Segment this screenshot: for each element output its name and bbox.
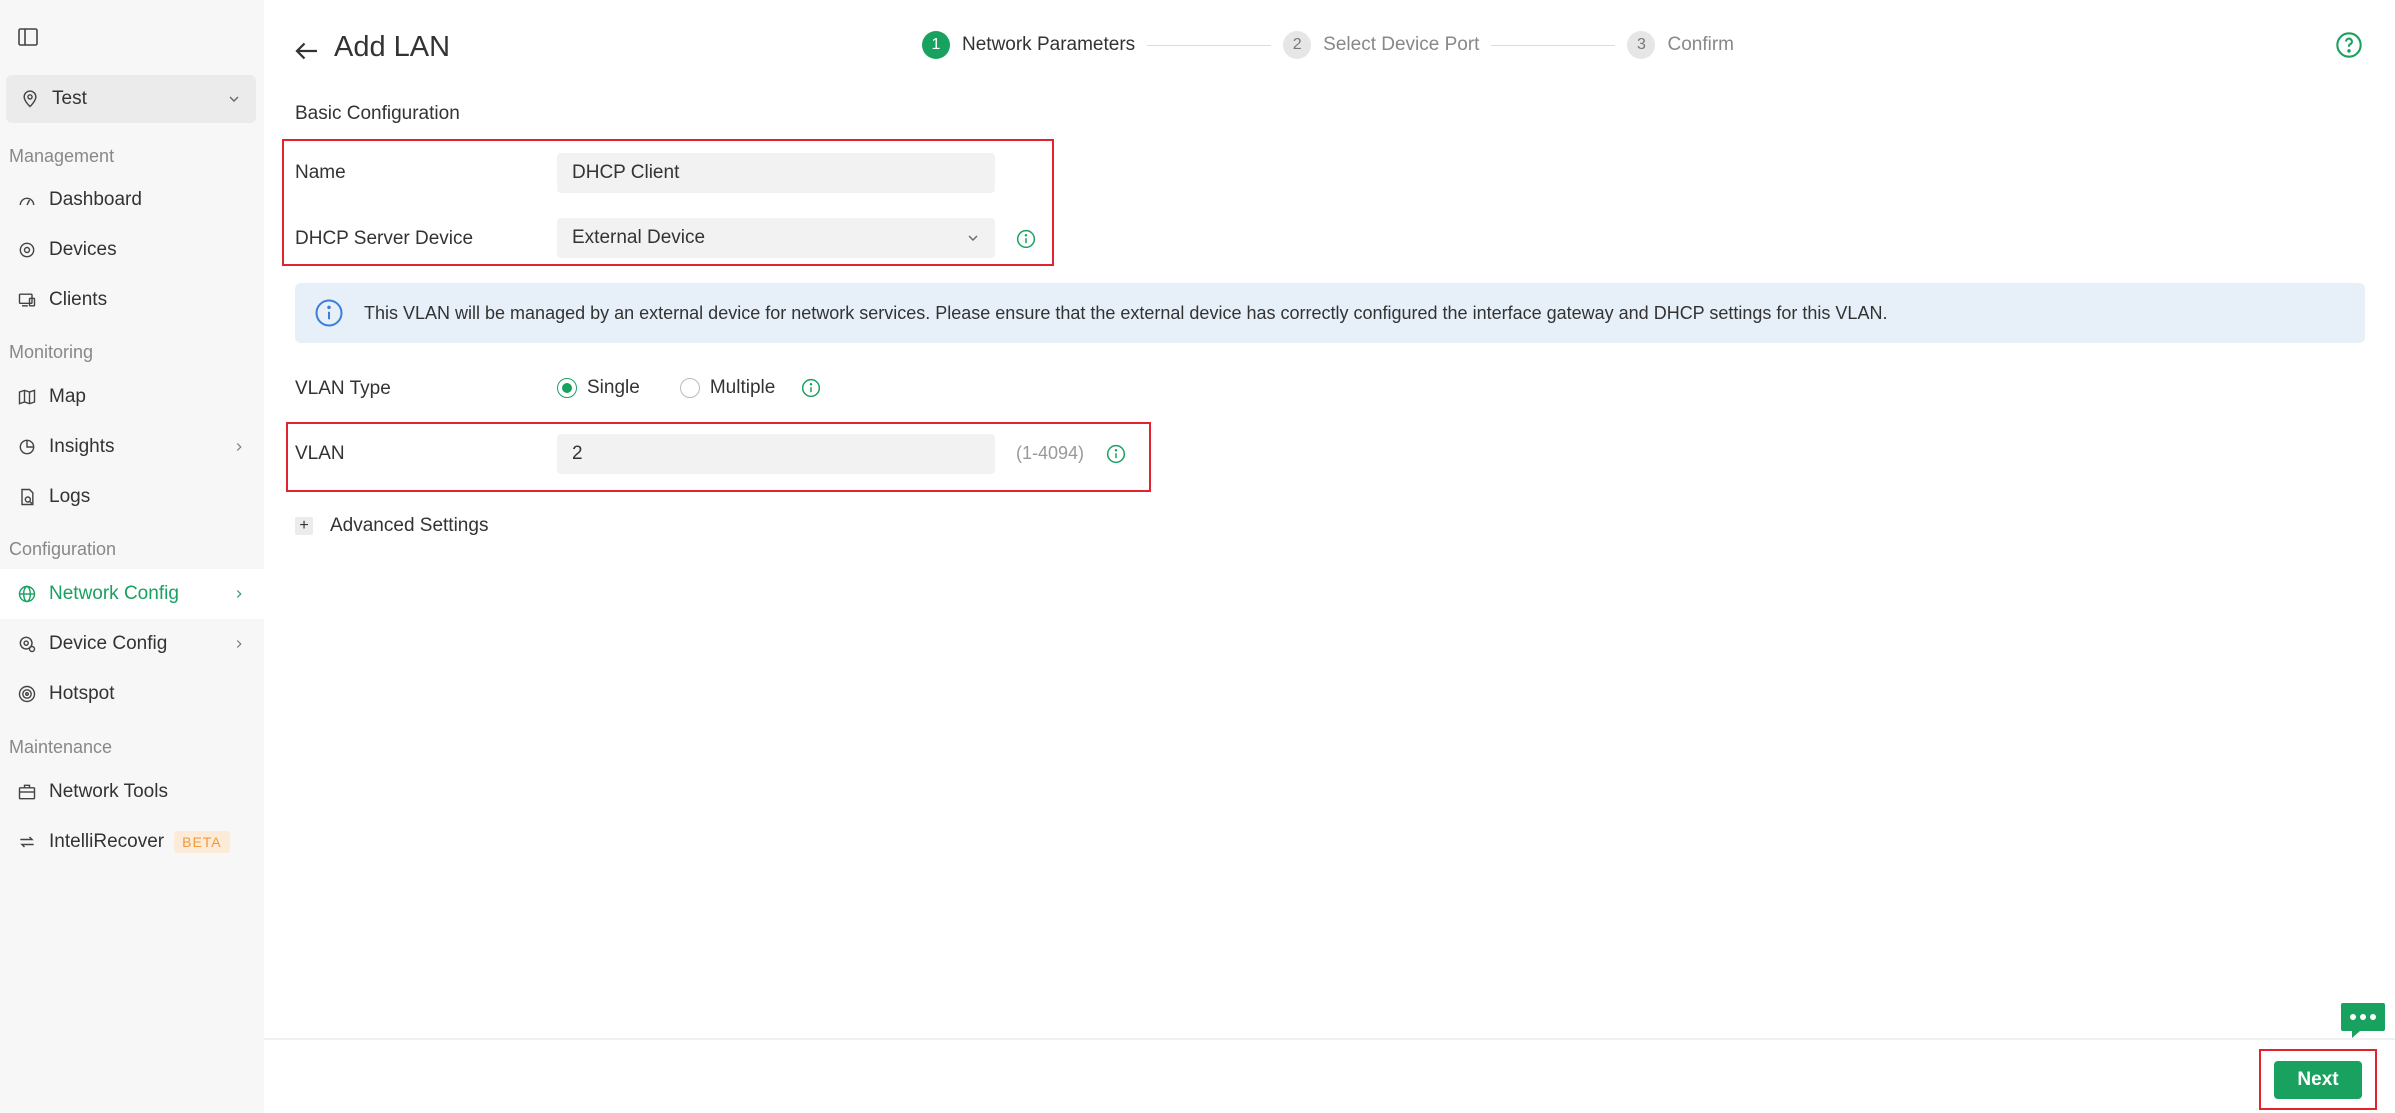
name-label: Name [295,162,346,183]
location-pin-icon [23,90,37,108]
sidebar-item-label: Network Tools [49,781,168,802]
sidebar-item-label: Devices [49,239,117,260]
radio-multiple-label[interactable]: Multiple [710,377,775,399]
section-configuration: Configuration [9,539,117,559]
sidebar-toggle-icon[interactable] [16,25,40,49]
section-monitoring: Monitoring [9,342,94,362]
chat-icon[interactable] [2340,1001,2386,1039]
info-icon[interactable] [1106,444,1126,464]
footer-divider [264,1038,2395,1040]
advanced-settings-label: Advanced Settings [330,515,489,536]
sidebar-item-label: Insights [49,436,115,457]
toolbox-icon [16,781,38,803]
device-config-icon [16,633,38,655]
insights-icon [16,436,38,458]
sidebar-item-label: Network Config [49,583,179,604]
sidebar-item-devices[interactable]: Devices [0,225,264,275]
step-label: Select Device Port [1323,34,1480,55]
sidebar-item-network-config[interactable]: Network Config [0,569,264,619]
advanced-settings-toggle[interactable]: + Advanced Settings [295,515,488,537]
vlan-range-hint: (1-4094) [1016,443,1085,463]
chevron-right-icon [236,443,242,451]
refresh-arrows-icon [16,831,38,853]
info-icon [315,299,343,327]
vlan-label: VLAN [295,443,345,464]
info-icon[interactable] [1016,229,1036,249]
sidebar-item-clients[interactable]: Clients [0,275,264,325]
logs-icon [16,486,38,508]
info-icon[interactable] [801,378,821,398]
sidebar: Test Management Dashboard Devices Client… [0,0,264,1113]
sidebar-item-label: Clients [49,289,108,310]
step-connector [1147,44,1272,46]
sidebar-item-label: Logs [49,486,91,507]
sidebar-item-label: Dashboard [49,189,142,210]
chevron-right-icon [236,590,242,598]
vlan-type-label: VLAN Type [295,378,391,399]
step-number: 1 [922,31,950,59]
sidebar-item-network-tools[interactable]: Network Tools [0,767,264,817]
step-select-device-port: 2 Select Device Port [1283,31,1479,59]
sidebar-item-device-config[interactable]: Device Config [0,619,264,669]
step-label: Network Parameters [962,34,1136,55]
step-label: Confirm [1667,34,1734,55]
sidebar-item-label: Hotspot [49,683,115,704]
name-input[interactable]: DHCP Client [557,153,995,193]
dhcp-server-device-label: DHCP Server Device [295,228,474,249]
radio-single-label[interactable]: Single [587,377,640,399]
beta-badge: BETA [174,831,230,853]
info-banner: This VLAN will be managed by an external… [295,283,2365,343]
info-banner-text: This VLAN will be managed by an external… [364,302,1888,323]
vlan-input[interactable]: 2 [557,434,995,474]
step-number: 2 [1283,31,1312,59]
site-selector[interactable]: Test [6,75,256,123]
sidebar-item-label: IntelliRecover [49,831,165,852]
clients-icon [16,289,38,311]
step-confirm: 3 Confirm [1627,31,1734,59]
sidebar-item-intellirecover[interactable]: IntelliRecover BETA [0,817,264,867]
sidebar-item-hotspot[interactable]: Hotspot [0,669,264,719]
sidebar-item-insights[interactable]: Insights [0,422,264,472]
help-icon[interactable] [2335,31,2363,59]
section-maintenance: Maintenance [9,737,113,757]
vlan-input-value: 2 [572,443,583,464]
sidebar-item-label: Map [49,386,86,407]
devices-icon [16,239,38,261]
sidebar-item-dashboard[interactable]: Dashboard [0,175,264,225]
map-icon [16,386,38,408]
step-connector [1491,44,1616,46]
step-network-parameters: 1 Network Parameters [922,31,1135,59]
chevron-down-icon [968,235,978,241]
chevron-right-icon [236,640,242,648]
dhcp-server-device-select[interactable]: External Device [557,218,995,258]
step-number: 3 [1627,31,1656,59]
vlan-type-radio-group: Single Multiple [557,377,821,399]
section-title-basic-configuration: Basic Configuration [295,103,460,124]
dhcp-server-device-value: External Device [572,227,706,248]
stepper: 1 Network Parameters 2 Select Device Por… [922,30,1734,60]
plus-icon: + [295,517,313,535]
section-management: Management [9,146,115,166]
page-title: Add LAN [334,31,451,63]
sidebar-item-label: Device Config [49,633,168,654]
hotspot-icon [16,683,38,705]
dashboard-icon [16,189,38,211]
back-arrow-icon[interactable] [292,36,322,66]
sidebar-item-map[interactable]: Map [0,372,264,422]
name-input-value: DHCP Client [572,162,680,183]
next-button[interactable]: Next [2274,1061,2362,1099]
chevron-down-icon [229,96,239,102]
radio-multiple[interactable] [679,378,700,398]
globe-icon [16,583,38,605]
site-name: Test [52,88,87,109]
radio-single[interactable] [557,378,577,398]
sidebar-item-logs[interactable]: Logs [0,472,264,522]
